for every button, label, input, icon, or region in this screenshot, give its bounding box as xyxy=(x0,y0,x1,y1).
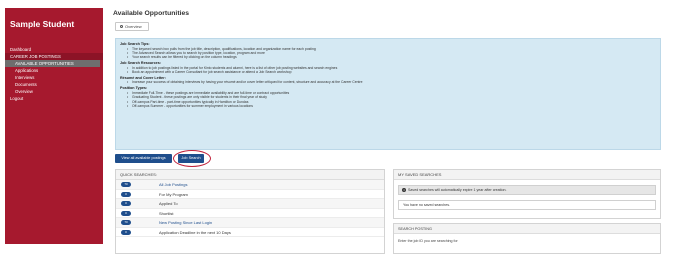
sidebar-item-interviews[interactable]: Interviews xyxy=(5,74,103,81)
job-id-hint: Enter the job ID you are searching for xyxy=(398,239,458,243)
count-badge: 0 xyxy=(121,210,131,216)
position-types-list: Immediate Full-Time - these postings are… xyxy=(120,91,656,109)
quick-search-link[interactable]: Shortlist xyxy=(159,209,173,219)
sidebar: Sample Student Dashboard CAREER JOB POST… xyxy=(5,8,103,244)
search-posting-title: SEARCH POSTING xyxy=(394,224,660,234)
quick-search-row[interactable]: 70 New Posting Since Last Login xyxy=(116,218,384,228)
job-search-button[interactable]: Job Search xyxy=(178,154,204,163)
sidebar-nav: Dashboard CAREER JOB POSTINGS AVAILABLE … xyxy=(5,46,103,102)
quick-searches-list: 70 All Job Postings 0 For My Program 0 A… xyxy=(116,180,384,237)
quick-search-link[interactable]: For My Program xyxy=(159,190,188,200)
alert-text: Saved searches will automatically expire… xyxy=(408,188,507,192)
quick-search-link[interactable]: Application Deadline in the next 10 Days xyxy=(159,228,231,238)
saved-searches-panel: MY SAVED SEARCHES i Saved searches will a… xyxy=(393,169,661,219)
page-title: Available Opportunities xyxy=(113,10,190,17)
view-all-postings-button[interactable]: View all available postings xyxy=(115,154,172,163)
search-icon xyxy=(120,25,123,29)
tips-list: The keyword search box pulls from the jo… xyxy=(120,47,656,61)
quick-search-row[interactable]: 0 Application Deadline in the next 10 Da… xyxy=(116,228,384,238)
list-item: Your search results can be filtered by c… xyxy=(120,55,656,60)
quick-search-link[interactable]: Applied To xyxy=(159,199,178,209)
overview-button-label: Overview xyxy=(125,24,142,29)
quick-search-row[interactable]: 70 All Job Postings xyxy=(116,180,384,190)
quick-search-link[interactable]: New Posting Since Last Login xyxy=(159,218,212,228)
main-content: Available Opportunities Overview Job Sea… xyxy=(113,8,663,254)
student-name: Sample Student xyxy=(10,19,75,29)
no-saved-searches-message: You have no saved searches. xyxy=(398,200,656,210)
sidebar-item-applications[interactable]: Applications xyxy=(5,67,103,74)
info-icon: i xyxy=(402,188,406,192)
list-item: Increase your success of obtaining inter… xyxy=(120,80,656,85)
quick-search-row[interactable]: 0 For My Program xyxy=(116,190,384,200)
resume-list: Increase your success of obtaining inter… xyxy=(120,80,656,85)
saved-searches-title: MY SAVED SEARCHES xyxy=(394,170,660,180)
count-badge: 70 xyxy=(121,182,131,188)
sidebar-item-dashboard[interactable]: Dashboard xyxy=(5,46,103,53)
quick-search-row[interactable]: 0 Shortlist xyxy=(116,209,384,219)
sidebar-item-career-job-postings[interactable]: CAREER JOB POSTINGS xyxy=(5,53,103,60)
quick-search-link[interactable]: All Job Postings xyxy=(159,180,187,190)
quick-searches-title: QUICK SEARCHES: xyxy=(116,170,384,180)
list-item: Off-campus Summer - opportunities for su… xyxy=(120,104,656,109)
quick-searches-panel: QUICK SEARCHES: 70 All Job Postings 0 Fo… xyxy=(115,169,385,254)
list-item: Book an appointment with a Career Consul… xyxy=(120,70,656,75)
quick-search-row[interactable]: 0 Applied To xyxy=(116,199,384,209)
saved-searches-alert: i Saved searches will automatically expir… xyxy=(398,185,656,195)
sidebar-item-documents[interactable]: Documents xyxy=(5,81,103,88)
sidebar-item-available-opportunities[interactable]: AVAILABLE OPPORTUNITIES xyxy=(5,60,100,67)
job-search-info-box: Job Search Tips: The keyword search box … xyxy=(115,38,661,150)
count-badge: 0 xyxy=(121,201,131,207)
sidebar-item-logout[interactable]: Logout xyxy=(5,95,103,102)
count-badge: 70 xyxy=(121,220,131,226)
resources-list: In addition to job postings listed in th… xyxy=(120,66,656,75)
count-badge: 0 xyxy=(121,229,131,235)
search-posting-panel: SEARCH POSTING Enter the job ID you are … xyxy=(393,223,661,254)
sidebar-item-overview[interactable]: Overview xyxy=(5,88,103,95)
count-badge: 0 xyxy=(121,191,131,197)
overview-button[interactable]: Overview xyxy=(115,22,149,31)
